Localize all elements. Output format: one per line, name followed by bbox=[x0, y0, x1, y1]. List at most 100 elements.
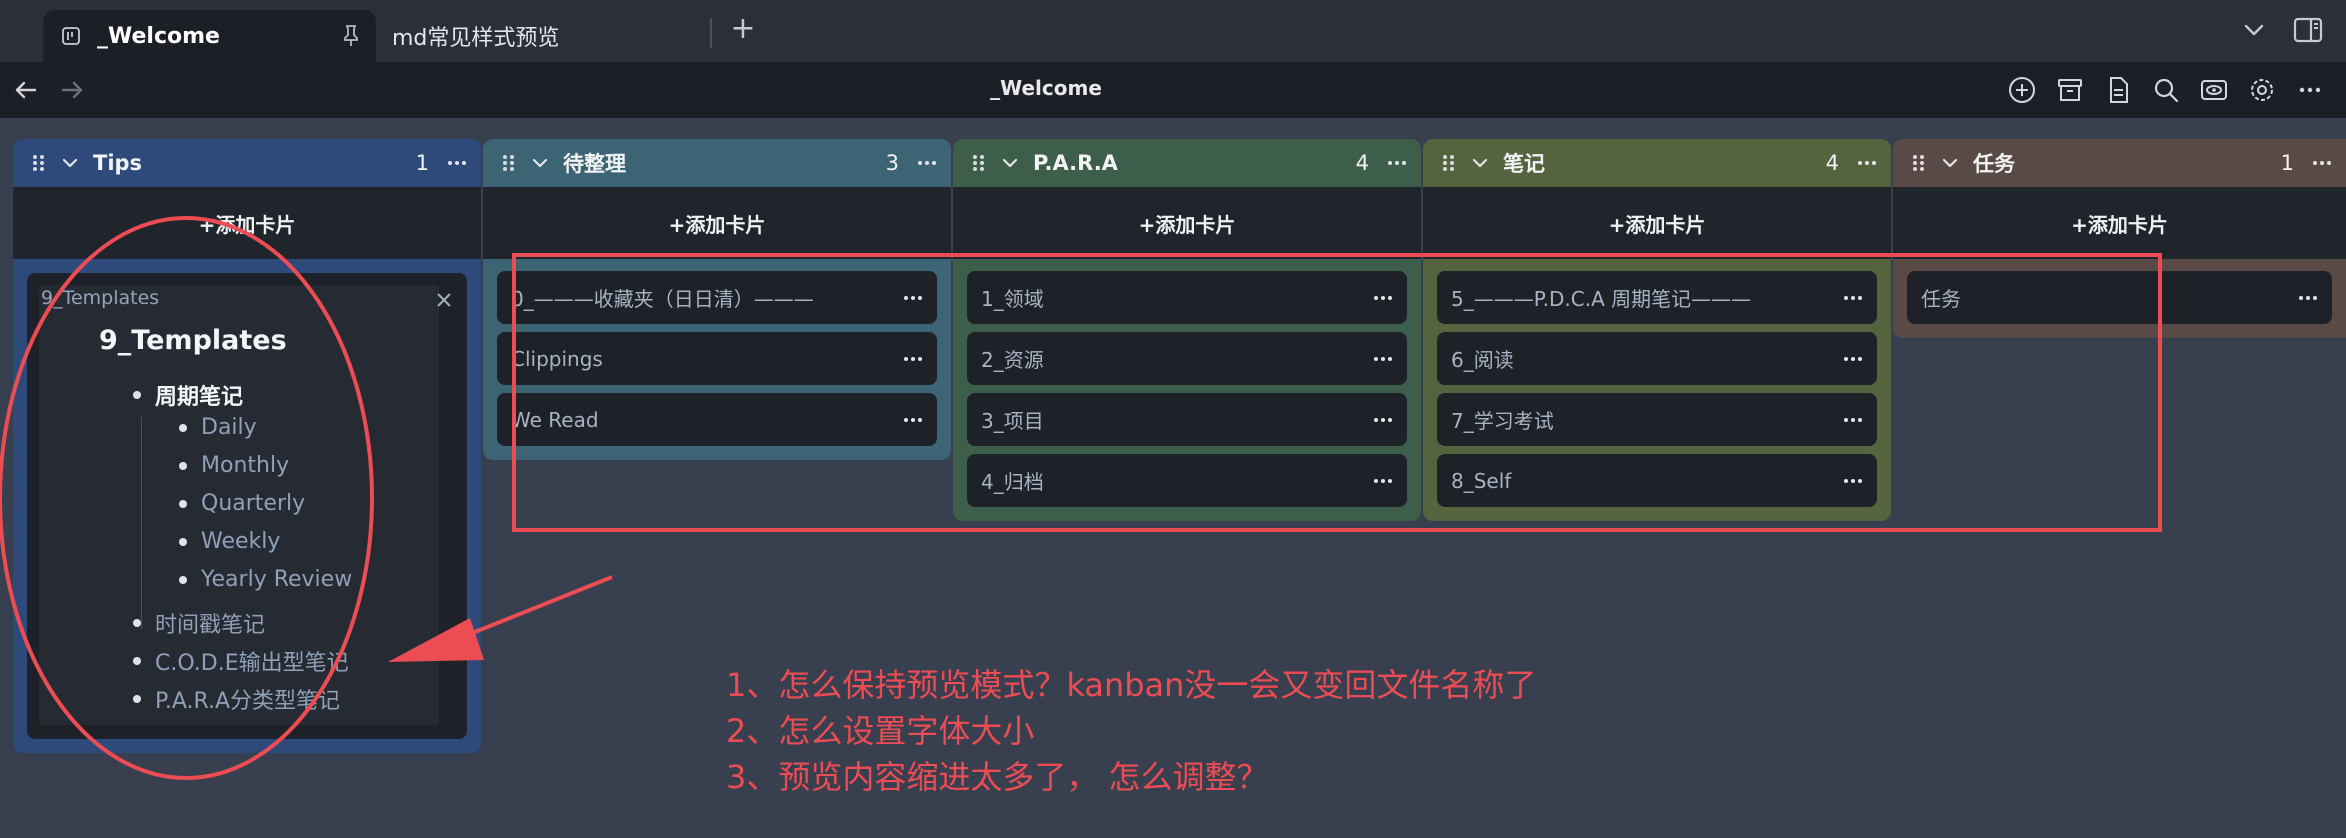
chevron-down-icon[interactable] bbox=[1469, 152, 1491, 174]
close-icon[interactable] bbox=[433, 289, 455, 311]
tab-separator bbox=[710, 18, 712, 48]
list-item-link[interactable]: Yearly Review bbox=[179, 567, 352, 592]
more-options-icon[interactable] bbox=[1371, 469, 1395, 493]
list-item-link[interactable]: Weekly bbox=[179, 529, 280, 554]
more-options-icon[interactable] bbox=[915, 151, 939, 175]
card-title: 任务 bbox=[1921, 287, 1961, 311]
chevron-down-icon[interactable] bbox=[999, 152, 1021, 174]
card[interactable]: 1_领域 bbox=[967, 271, 1407, 324]
lane-count: 1 bbox=[415, 151, 429, 175]
add-circle-icon[interactable] bbox=[2004, 72, 2040, 108]
card-title: 6_阅读 bbox=[1451, 348, 1514, 372]
chevron-down-icon[interactable] bbox=[529, 152, 551, 174]
lane-header: 任务 1 bbox=[1893, 139, 2346, 187]
lane-count: 4 bbox=[1825, 151, 1839, 175]
add-card-button[interactable]: +添加卡片 bbox=[953, 187, 1421, 259]
add-card-button[interactable]: +添加卡片 bbox=[1893, 187, 2346, 259]
lane-count: 4 bbox=[1355, 151, 1369, 175]
more-options-icon[interactable] bbox=[1841, 408, 1865, 432]
card-title: 0_———收藏夹（日日清）——— bbox=[511, 287, 814, 311]
card-title: We Read bbox=[511, 407, 599, 432]
list-item: 周期笔记 bbox=[133, 379, 243, 411]
drag-handle-icon[interactable] bbox=[1909, 152, 1929, 174]
card-templates[interactable]: 9_Templates 周期笔记 Daily Monthly Quarterly… bbox=[27, 273, 467, 739]
sidebar-toggle-icon[interactable] bbox=[2292, 14, 2324, 46]
indent-guide bbox=[141, 417, 142, 629]
tab-md-preview[interactable]: md常见样式预览 bbox=[376, 10, 711, 62]
drag-handle-icon[interactable] bbox=[29, 152, 49, 174]
add-card-button[interactable]: +添加卡片 bbox=[1423, 187, 1891, 259]
more-options-icon[interactable] bbox=[1841, 469, 1865, 493]
more-options-icon[interactable] bbox=[1385, 151, 1409, 175]
more-options-icon[interactable] bbox=[1371, 347, 1395, 371]
more-options-icon[interactable] bbox=[1371, 286, 1395, 310]
preview-eye-icon[interactable] bbox=[2196, 72, 2232, 108]
lane-title: Tips bbox=[93, 151, 143, 175]
more-options-icon[interactable] bbox=[1371, 408, 1395, 432]
lane-header: 笔记 4 bbox=[1423, 139, 1891, 187]
drag-handle-icon[interactable] bbox=[1439, 152, 1459, 174]
lane-title: 任务 bbox=[1973, 152, 2015, 176]
card-title: 7_学习考试 bbox=[1451, 409, 1554, 433]
card[interactable]: 0_———收藏夹（日日清）——— bbox=[497, 271, 937, 324]
more-options-icon[interactable] bbox=[2310, 151, 2334, 175]
card-title: 9_Templates bbox=[41, 287, 160, 309]
card[interactable]: We Read bbox=[497, 393, 937, 446]
card[interactable]: 3_项目 bbox=[967, 393, 1407, 446]
chevron-down-icon[interactable] bbox=[59, 152, 81, 174]
more-options-icon[interactable] bbox=[445, 151, 469, 175]
list-item-link[interactable]: C.O.D.E输出型笔记 bbox=[133, 645, 349, 677]
chevron-down-icon[interactable] bbox=[1939, 152, 1961, 174]
card[interactable]: 任务 bbox=[1907, 271, 2332, 324]
list-item-link[interactable]: Daily bbox=[179, 415, 257, 440]
lane-title: P.A.R.A bbox=[1033, 151, 1118, 175]
new-tab-button[interactable]: + bbox=[726, 12, 760, 46]
card[interactable]: 7_学习考试 bbox=[1437, 393, 1877, 446]
add-card-button[interactable]: +添加卡片 bbox=[483, 187, 951, 259]
list-item-link[interactable]: Monthly bbox=[179, 453, 289, 478]
kanban-icon bbox=[62, 27, 80, 45]
search-icon[interactable] bbox=[2148, 72, 2184, 108]
drag-handle-icon[interactable] bbox=[969, 152, 989, 174]
more-options-icon[interactable] bbox=[1841, 286, 1865, 310]
card[interactable]: 4_归档 bbox=[967, 454, 1407, 507]
card[interactable]: Clippings bbox=[497, 332, 937, 385]
card-list: 5_———P.D.C.A 周期笔记——— 6_阅读 7_学习考试 8_Self bbox=[1423, 259, 1891, 521]
more-options-icon[interactable] bbox=[2296, 286, 2320, 310]
card[interactable]: 8_Self bbox=[1437, 454, 1877, 507]
card-title: 2_资源 bbox=[981, 348, 1044, 372]
lane-title: 笔记 bbox=[1503, 152, 1545, 176]
tab-title: md常见样式预览 bbox=[392, 26, 560, 51]
more-options-icon[interactable] bbox=[1855, 151, 1879, 175]
lane-count: 1 bbox=[2280, 151, 2294, 175]
tab-welcome[interactable]: _Welcome bbox=[43, 10, 376, 62]
card-title: 5_———P.D.C.A 周期笔记——— bbox=[1451, 287, 1752, 311]
card-title: 1_领域 bbox=[981, 287, 1044, 311]
card[interactable]: 6_阅读 bbox=[1437, 332, 1877, 385]
lane-notes: 笔记 4 +添加卡片 5_———P.D.C.A 周期笔记——— 6_阅读 7_学… bbox=[1423, 139, 1891, 521]
more-options-icon[interactable] bbox=[901, 286, 925, 310]
list-item-link[interactable]: Quarterly bbox=[179, 491, 305, 516]
more-options-icon[interactable] bbox=[2292, 72, 2328, 108]
preview-title: 9_Templates bbox=[99, 325, 287, 356]
more-options-icon[interactable] bbox=[901, 408, 925, 432]
gear-icon[interactable] bbox=[2244, 72, 2280, 108]
tab-title: _Welcome bbox=[97, 23, 220, 49]
tab-bar: _Welcome md常见样式预览 + bbox=[0, 0, 2346, 62]
card[interactable]: 2_资源 bbox=[967, 332, 1407, 385]
archive-icon[interactable] bbox=[2052, 72, 2088, 108]
card[interactable]: 5_———P.D.C.A 周期笔记——— bbox=[1437, 271, 1877, 324]
list-item-link[interactable]: 时间戳笔记 bbox=[133, 607, 265, 639]
card-title: 3_项目 bbox=[981, 409, 1044, 433]
add-card-button[interactable]: +添加卡片 bbox=[13, 187, 481, 259]
lane-tips: Tips 1 +添加卡片 9_Templates 周期笔记 Daily Mont… bbox=[13, 139, 481, 753]
more-options-icon[interactable] bbox=[901, 347, 925, 371]
more-options-icon[interactable] bbox=[1841, 347, 1865, 371]
list-item-link[interactable]: P.A.R.A分类型笔记 bbox=[133, 683, 340, 715]
pin-icon[interactable] bbox=[340, 24, 362, 48]
drag-handle-icon[interactable] bbox=[499, 152, 519, 174]
nav-bar: _Welcome bbox=[0, 62, 2346, 118]
annotation-note: 3、预览内容缩进太多了， 怎么调整？ bbox=[726, 758, 1269, 796]
chevron-down-icon[interactable] bbox=[2238, 14, 2270, 46]
document-icon[interactable] bbox=[2100, 72, 2136, 108]
